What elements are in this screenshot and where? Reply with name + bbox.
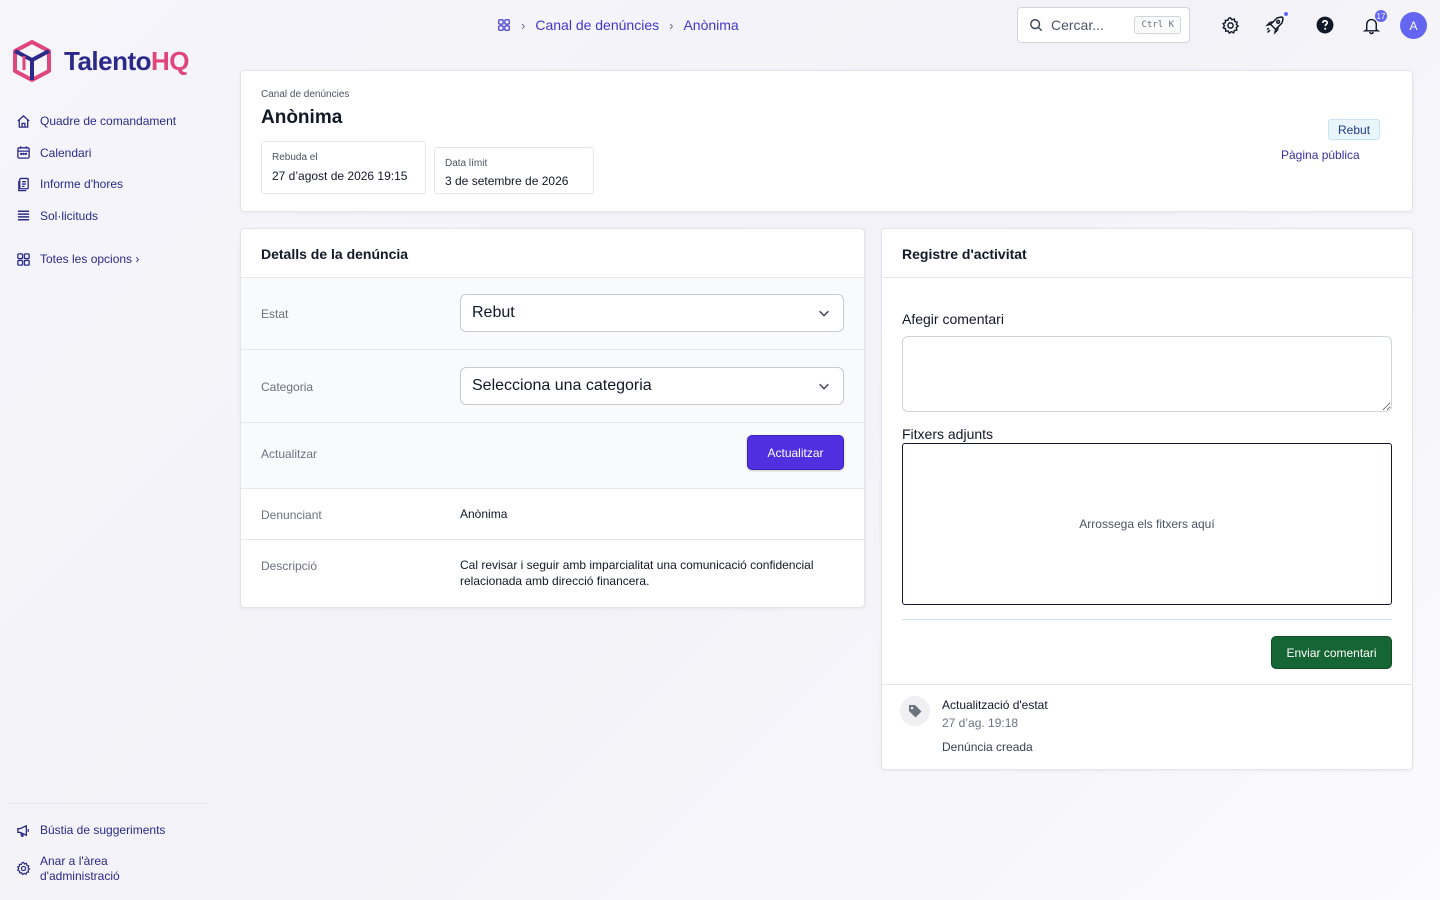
- sidebar: TalentoHQ Quadre de comandament Calendar…: [0, 0, 215, 900]
- gear-icon: [1221, 16, 1239, 34]
- state-row: Estat Rebut: [241, 278, 864, 350]
- page-title: Anònima: [261, 107, 343, 128]
- calendar-icon: [17, 146, 30, 159]
- grid-icon[interactable]: [497, 18, 511, 32]
- rocket-icon: [1265, 16, 1284, 35]
- sidebar-item-suggestions[interactable]: Bústia de suggeriments: [16, 821, 165, 839]
- report-header-card: Canal de denúncies Anònima Rebuda el 27 …: [240, 70, 1413, 212]
- chevron-down-icon: [819, 383, 829, 390]
- form-divider: [902, 619, 1392, 620]
- chevron-right-icon: ›: [521, 17, 526, 33]
- state-label: Estat: [261, 307, 289, 321]
- grid-icon: [17, 252, 30, 266]
- search-input[interactable]: Cercar... Ctrl K: [1017, 7, 1190, 43]
- sidebar-all-options: Totes les opcions ›: [16, 250, 139, 282]
- logo-cube-icon: [13, 40, 51, 82]
- sidebar-nav: Quadre de comandament Calendari Informe …: [16, 112, 176, 238]
- details-title: Detalls de la denúncia: [241, 229, 864, 278]
- category-label: Categoria: [261, 380, 314, 394]
- event-description: Denúncia creada: [942, 740, 1033, 754]
- all-options-link[interactable]: Totes les opcions ›: [16, 250, 139, 268]
- avatar[interactable]: A: [1400, 12, 1427, 39]
- search-shortcut: Ctrl K: [1134, 16, 1181, 34]
- reporter-value: Anònima: [460, 507, 508, 521]
- document-icon: [18, 177, 29, 191]
- help-button[interactable]: [1314, 14, 1336, 36]
- status-badge: Rebut: [1328, 119, 1381, 140]
- new-dot: [1284, 12, 1288, 16]
- update-row: Actualitzar Actualitzar: [241, 423, 864, 489]
- report-details-card: Detalls de la denúncia Estat Rebut Categ…: [240, 228, 865, 608]
- sidebar-item-dashboard[interactable]: Quadre de comandament: [16, 112, 176, 130]
- activity-separator: [882, 684, 1412, 685]
- public-page-link[interactable]: Pàgina pública: [1281, 148, 1360, 162]
- search-placeholder: Cercar...: [1051, 17, 1104, 33]
- notification-badge: 17: [1375, 10, 1387, 22]
- all-options-label: Totes les opcions ›: [40, 252, 140, 266]
- sidebar-item-label: Calendari: [40, 145, 92, 160]
- file-dropzone[interactable]: Arrossega els fitxers aquí: [902, 443, 1392, 605]
- update-button[interactable]: Actualitzar: [747, 435, 844, 470]
- gear-icon: [16, 861, 31, 876]
- sidebar-item-label: Informe d'hores: [40, 177, 123, 191]
- deadline-value: 3 de setembre de 2026: [445, 174, 569, 188]
- attachments-label: Fitxers adjunts: [902, 426, 994, 442]
- description-label: Descripció: [261, 559, 318, 573]
- category-row: Categoria Selecciona una categoria: [241, 350, 864, 423]
- sidebar-item-label: Bústia de suggeriments: [40, 823, 166, 837]
- sidebar-item-calendar[interactable]: Calendari: [16, 144, 176, 162]
- category-select[interactable]: Selecciona una categoria: [460, 367, 844, 405]
- reporter-label: Denunciant: [261, 508, 322, 522]
- event-time: 27 d’ag. 19:18: [942, 716, 1019, 730]
- description-value: Cal revisar i seguir amb imparcialitat u…: [460, 558, 814, 588]
- header-subtitle: Canal de denúncies: [261, 89, 350, 100]
- megaphone-icon: [17, 824, 29, 837]
- reporter-row: Denunciant Anònima: [241, 489, 864, 540]
- sidebar-item-label: Sol·licituds: [40, 208, 99, 223]
- sidebar-item-requests[interactable]: Sol·licituds: [16, 207, 176, 225]
- sidebar-item-label: Quadre de comandament: [40, 114, 177, 128]
- comment-textarea[interactable]: [902, 336, 1392, 412]
- sidebar-divider: [8, 803, 208, 804]
- tag-icon: [900, 696, 930, 726]
- sidebar-bottom: Bústia de suggeriments Anar a l'àrea d'a…: [16, 821, 165, 898]
- received-date-box: Rebuda el 27 d’agost de 2026 19:15: [261, 141, 426, 194]
- event-title: Actualització d'estat: [942, 698, 1048, 712]
- breadcrumb-item-current[interactable]: Anònima: [683, 17, 738, 33]
- sidebar-item-label: Anar a l'àrea d'administració: [40, 853, 120, 883]
- activity-log-card: Registre d'activitat Afegir comentari Fi…: [881, 228, 1413, 770]
- received-value: 27 d’agost de 2026 19:15: [272, 169, 408, 183]
- received-label: Rebuda el: [272, 152, 318, 163]
- state-select-value: Rebut: [472, 304, 515, 321]
- category-select-value: Selecciona una categoria: [472, 377, 652, 394]
- chevron-down-icon: [819, 310, 829, 317]
- update-label: Actualitzar: [261, 447, 318, 461]
- sidebar-item-admin[interactable]: Anar a l'àrea d'administració: [16, 853, 165, 885]
- dropzone-text: Arrossega els fitxers aquí: [1079, 517, 1215, 531]
- breadcrumb-item-channel[interactable]: Canal de denúncies: [535, 17, 659, 33]
- description-row: Descripció Cal revisar i seguir amb impa…: [241, 540, 864, 608]
- chevron-right-icon: ›: [669, 17, 674, 33]
- deadline-label: Data límit: [445, 158, 488, 169]
- sidebar-item-hours-report[interactable]: Informe d'hores: [16, 175, 176, 193]
- whats-new-button[interactable]: [1264, 12, 1288, 36]
- activity-title: Registre d'activitat: [882, 229, 1412, 278]
- search-icon: [1030, 19, 1043, 32]
- logo[interactable]: TalentoHQ: [12, 40, 190, 82]
- logo-text: TalentoHQ: [64, 45, 190, 76]
- settings-button[interactable]: [1219, 14, 1241, 36]
- send-comment-button[interactable]: Enviar comentari: [1271, 636, 1392, 669]
- list-icon: [17, 210, 30, 221]
- deadline-date-box: Data límit 3 de setembre de 2026: [434, 147, 594, 194]
- question-icon: [1316, 16, 1334, 34]
- breadcrumb: › Canal de denúncies › Anònima: [497, 16, 739, 34]
- state-select[interactable]: Rebut: [460, 294, 844, 332]
- home-icon: [17, 114, 30, 128]
- comment-label: Afegir comentari: [902, 311, 1004, 327]
